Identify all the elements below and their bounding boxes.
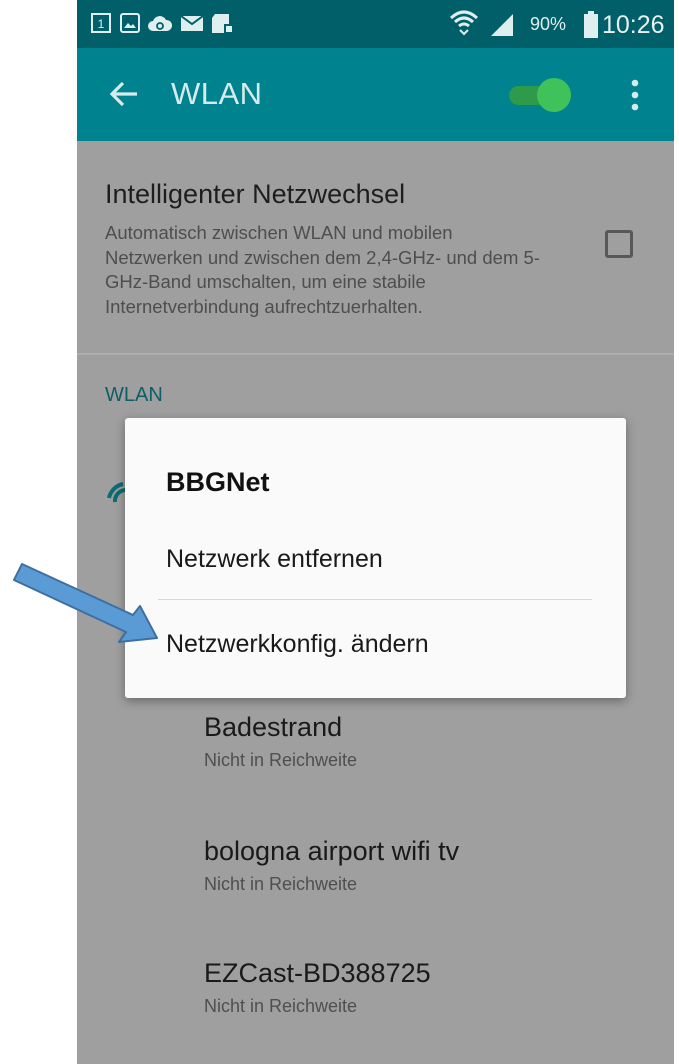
battery-icon [584, 11, 598, 38]
network-status: Nicht in Reichweite [204, 750, 358, 770]
cellular-signal-icon [491, 14, 513, 36]
network-list-item[interactable]: bologna airport wifi tv Nicht in Reichwe… [204, 836, 459, 895]
dialog-divider [158, 599, 592, 600]
smart-network-switch-description: Automatisch zwischen WLAN und mobilen Ne… [105, 222, 540, 317]
more-options-icon[interactable] [629, 78, 641, 114]
wifi-toggle[interactable] [509, 77, 575, 113]
battery-percent: 90% [530, 14, 567, 34]
status-bar: 1 90% 10:26 [77, 0, 674, 48]
mail-icon [180, 15, 204, 31]
smart-network-switch-title: Intelligenter Netzwechsel [105, 179, 406, 209]
annotation-arrow [13, 563, 158, 643]
wifi-status-icon [449, 10, 479, 36]
cloud-sync-icon [148, 16, 173, 31]
smart-network-switch-row[interactable]: Intelligenter Netzwechsel Automatisch zw… [77, 141, 674, 355]
network-status: Nicht in Reichweite [204, 996, 358, 1016]
smart-network-switch-checkbox[interactable] [605, 230, 633, 258]
network-name: EZCast-BD388725 [204, 958, 431, 988]
sim-1-icon: 1 [91, 13, 111, 33]
modify-network-config-option[interactable]: Netzwerkkonfig. ändern [166, 630, 429, 659]
forget-network-option[interactable]: Netzwerk entfernen [166, 545, 383, 574]
network-name: Badestrand [204, 712, 343, 742]
app-bar: WLAN [77, 48, 674, 141]
svg-text:1: 1 [98, 17, 105, 31]
network-context-dialog: BBGNet Netzwerk entfernen Netzwerkkonfig… [125, 418, 626, 698]
page-title: WLAN [171, 76, 263, 111]
wlan-section-header: WLAN [105, 384, 163, 406]
clock: 10:26 [602, 11, 665, 39]
back-arrow-icon[interactable] [107, 74, 141, 114]
network-name: bologna airport wifi tv [204, 836, 460, 866]
network-status: Nicht in Reichweite [204, 874, 358, 894]
network-list-item[interactable]: Badestrand Nicht in Reichweite [204, 712, 357, 771]
sd-card-icon [212, 14, 233, 33]
dialog-title: BBGNet [166, 467, 270, 497]
network-list-item[interactable]: EZCast-BD388725 Nicht in Reichweite [204, 958, 431, 1017]
image-icon [120, 13, 140, 33]
